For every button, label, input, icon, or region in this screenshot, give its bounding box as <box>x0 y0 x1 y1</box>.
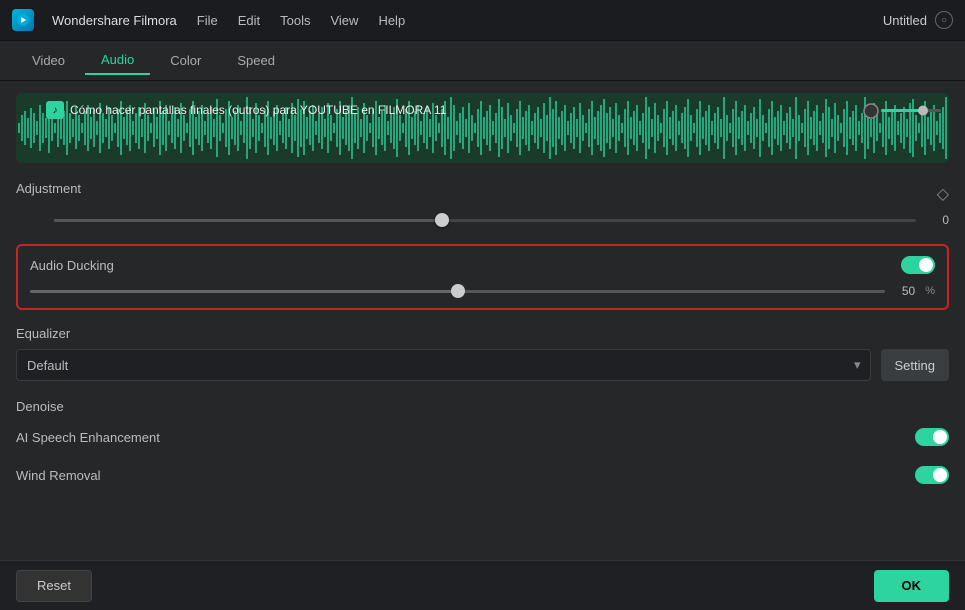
adjustment-section: Adjustment ◇ 0 <box>0 171 965 240</box>
menu-edit[interactable]: Edit <box>236 9 262 32</box>
wind-removal-label: Wind Removal <box>16 468 101 483</box>
menu-bar: File Edit Tools View Help <box>195 9 407 32</box>
ducking-slider[interactable] <box>30 290 885 293</box>
ai-speech-label: AI Speech Enhancement <box>16 430 160 445</box>
audio-ducking-section: Audio Ducking 50 % <box>16 244 949 310</box>
denoise-title: Denoise <box>16 399 64 414</box>
app-logo <box>12 9 34 31</box>
adjustment-value: 0 <box>924 213 949 227</box>
ducking-unit: % <box>925 285 935 297</box>
ducking-slider-row: 50 % <box>30 284 935 298</box>
audio-ducking-toggle[interactable] <box>901 256 935 274</box>
ducking-header: Audio Ducking <box>30 256 935 274</box>
denoise-section: Denoise <box>0 389 965 418</box>
wind-removal-row: Wind Removal <box>0 456 965 494</box>
ducking-title: Audio Ducking <box>30 258 114 273</box>
project-settings-icon[interactable]: ○ <box>935 11 953 29</box>
title-bar: Wondershare Filmora File Edit Tools View… <box>0 0 965 41</box>
ducking-value: 50 <box>895 284 915 298</box>
equalizer-title: Equalizer <box>16 326 70 341</box>
equalizer-select[interactable]: Default Classical Deep Electronic Hip-Ho… <box>16 349 871 381</box>
menu-file[interactable]: File <box>195 9 220 32</box>
waveform-label: ♪ Cómo hacer pantallas finales (outros) … <box>46 101 446 119</box>
equalizer-section: Equalizer Default Classical Deep Electro… <box>0 318 965 389</box>
equalizer-setting-button[interactable]: Setting <box>881 349 949 381</box>
tab-video[interactable]: Video <box>16 47 81 74</box>
project-title: Untitled <box>883 13 927 28</box>
bottom-bar: Reset OK <box>0 560 965 610</box>
tab-bar: Video Audio Color Speed <box>0 41 965 81</box>
title-bar-left: Wondershare Filmora File Edit Tools View… <box>12 9 407 32</box>
equalizer-controls: Default Classical Deep Electronic Hip-Ho… <box>16 349 949 381</box>
title-bar-right: Untitled ○ <box>883 11 953 29</box>
menu-tools[interactable]: Tools <box>278 9 312 32</box>
adjustment-slider[interactable] <box>54 210 916 230</box>
tab-audio[interactable]: Audio <box>85 46 150 75</box>
waveform-title: Cómo hacer pantallas finales (outros) pa… <box>70 103 446 117</box>
menu-help[interactable]: Help <box>376 9 407 32</box>
main-content: ♪ Cómo hacer pantallas finales (outros) … <box>0 81 965 610</box>
ai-speech-toggle[interactable] <box>915 428 949 446</box>
adjustment-diamond-icon: ◇ <box>937 184 949 204</box>
ai-speech-row: AI Speech Enhancement <box>0 418 965 456</box>
waveform-section: ♪ Cómo hacer pantallas finales (outros) … <box>16 93 949 163</box>
app-name: Wondershare Filmora <box>52 13 177 28</box>
equalizer-select-wrapper: Default Classical Deep Electronic Hip-Ho… <box>16 349 871 381</box>
tab-color[interactable]: Color <box>154 47 217 74</box>
menu-view[interactable]: View <box>328 9 360 32</box>
ok-button[interactable]: OK <box>874 570 950 602</box>
wind-removal-toggle[interactable] <box>915 466 949 484</box>
reset-button[interactable]: Reset <box>16 570 92 602</box>
music-icon: ♪ <box>46 101 64 119</box>
tab-speed[interactable]: Speed <box>221 47 291 74</box>
adjustment-title: Adjustment <box>16 181 81 196</box>
